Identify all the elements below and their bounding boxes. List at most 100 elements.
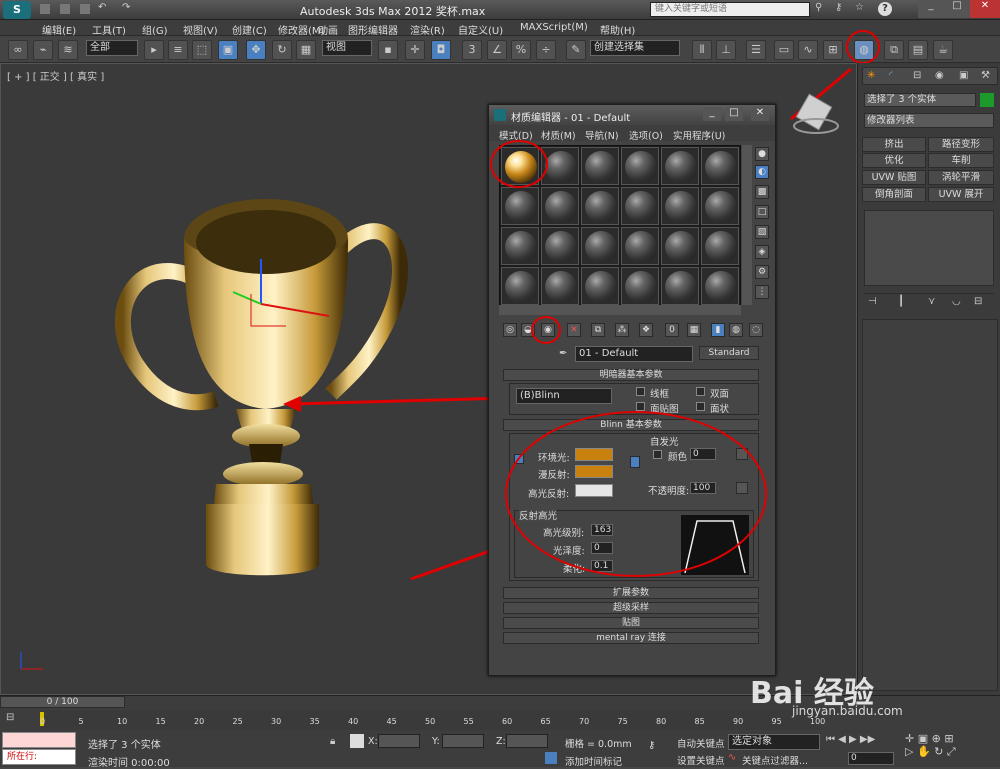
y-coordinate-field[interactable] — [442, 734, 484, 748]
uv-tiling-icon[interactable]: □ — [755, 205, 769, 219]
maxscript-listener-mini[interactable] — [2, 732, 76, 748]
material-slot[interactable] — [541, 187, 579, 225]
turbosmooth-button[interactable]: 涡轮平滑 — [928, 170, 994, 185]
add-time-tag-icon[interactable] — [545, 752, 557, 764]
create-tab-icon[interactable]: ✳ — [867, 70, 875, 81]
menu-customize[interactable]: 自定义(U) — [458, 22, 503, 37]
material-slot[interactable] — [541, 227, 579, 265]
new-file-icon[interactable] — [40, 4, 50, 14]
motion-tab-icon[interactable]: ◉ — [935, 70, 944, 81]
select-object-icon[interactable]: ▸ — [144, 40, 164, 60]
align-icon[interactable]: ⊥ — [716, 40, 736, 60]
render-production-icon[interactable]: ☕ — [933, 40, 953, 60]
undo-icon[interactable]: ↶ — [98, 2, 106, 13]
mirror-icon[interactable]: ⫴ — [692, 40, 712, 60]
get-material-icon[interactable]: ◎ — [503, 323, 517, 337]
key-selection-select[interactable]: 选定对象 — [728, 734, 820, 750]
menu-navigation[interactable]: 导航(N) — [585, 128, 619, 142]
close-button[interactable]: ✕ — [970, 0, 1000, 18]
render-setup-icon[interactable]: ⧉ — [884, 40, 904, 60]
backlight-icon[interactable]: ◐ — [755, 165, 769, 179]
time-slider[interactable]: 0 / 100 — [0, 696, 125, 708]
maxscript-output[interactable]: 所在行: — [2, 749, 76, 765]
material-slot[interactable] — [701, 147, 739, 185]
show-end-result-icon[interactable]: ┃ — [898, 296, 904, 307]
pivot-center-icon[interactable]: ▪ — [378, 40, 398, 60]
viewport-navigation-controls[interactable]: ✛ ▣ ⊕ ⊞ ▷ ✋ ↻ ⤢ — [905, 732, 997, 766]
link-icon[interactable]: ∞ — [8, 40, 28, 60]
modifier-stack-list[interactable] — [864, 210, 994, 286]
wire-checkbox[interactable] — [636, 387, 645, 396]
pin-stack-icon[interactable]: ⊣ — [868, 296, 877, 307]
x-coordinate-field[interactable] — [378, 734, 420, 748]
reference-coordinate-select[interactable]: 视图 — [322, 40, 372, 56]
lock-selection-icon[interactable]: 🔒︎ — [330, 736, 335, 747]
material-slot[interactable] — [661, 227, 699, 265]
set-key-icon[interactable]: ⚷ — [648, 740, 655, 751]
material-slot[interactable] — [581, 267, 619, 305]
menu-options[interactable]: 选项(O) — [629, 128, 663, 142]
search-icon[interactable]: ⚲ — [815, 2, 822, 13]
absolute-mode-icon[interactable] — [350, 734, 364, 748]
uvw-unwrap-button[interactable]: UVW 展开 — [928, 187, 994, 202]
material-slot[interactable] — [701, 227, 739, 265]
show-end-result-icon[interactable]: ▮ — [711, 323, 725, 337]
select-by-material-icon[interactable]: ⋮ — [755, 285, 769, 299]
set-key-button[interactable]: 设置关键点 — [677, 753, 725, 767]
extrude-button[interactable]: 挤出 — [862, 137, 926, 152]
star-icon[interactable]: ☆ — [855, 2, 864, 13]
schematic-view-icon[interactable]: ⊞ — [823, 40, 843, 60]
material-slot[interactable] — [541, 267, 579, 305]
make-unique-icon[interactable]: ⋎ — [928, 296, 935, 307]
window-crossing-icon[interactable]: ▣ — [218, 40, 238, 60]
reset-map-icon[interactable]: ✕ — [567, 323, 581, 337]
put-to-library-icon[interactable]: ❖ — [639, 323, 653, 337]
sample-type-icon[interactable]: ● — [755, 147, 769, 161]
select-rotate-icon[interactable]: ↻ — [272, 40, 292, 60]
rendered-frame-window-icon[interactable]: ▤ — [908, 40, 928, 60]
edit-named-selection-icon[interactable]: ✎ — [566, 40, 586, 60]
material-slot[interactable] — [701, 267, 739, 305]
graphite-tools-icon[interactable]: ▭ — [774, 40, 794, 60]
select-move-icon[interactable]: ✥ — [246, 40, 266, 60]
copy-material-icon[interactable]: ⧉ — [591, 323, 605, 337]
save-file-icon[interactable] — [80, 4, 90, 14]
two-sided-checkbox[interactable] — [696, 387, 705, 396]
object-color-swatch[interactable] — [980, 93, 994, 107]
background-icon[interactable]: ▩ — [755, 185, 769, 199]
maximize-button[interactable]: □ — [944, 0, 970, 18]
material-slot[interactable] — [621, 227, 659, 265]
curve-editor-icon[interactable]: ∿ — [798, 40, 818, 60]
menu-rendering[interactable]: 渲染(R) — [410, 22, 445, 37]
menu-tools[interactable]: 工具(T) — [92, 22, 126, 37]
material-slot[interactable] — [621, 187, 659, 225]
material-id-channel-icon[interactable]: 0 — [665, 323, 679, 337]
material-slot[interactable] — [621, 267, 659, 305]
faceted-checkbox[interactable] — [696, 402, 705, 411]
menu-edit[interactable]: 编辑(E) — [42, 22, 76, 37]
keyboard-shortcut-toggle-icon[interactable]: ◘ — [431, 40, 451, 60]
supersampling-rollout[interactable]: 超级采样 — [503, 602, 759, 614]
slots-vertical-scrollbar[interactable] — [742, 145, 752, 305]
snaps-toggle-icon[interactable]: 3 — [462, 40, 482, 60]
video-color-check-icon[interactable]: ▧ — [755, 225, 769, 239]
angle-snap-icon[interactable]: ∠ — [487, 40, 507, 60]
face-map-checkbox[interactable] — [636, 402, 645, 411]
menu-create[interactable]: 创建(C) — [232, 22, 267, 37]
material-slot[interactable] — [701, 187, 739, 225]
named-selection-set-select[interactable]: 创建选择集 — [590, 40, 680, 56]
select-by-name-icon[interactable]: ≡ — [168, 40, 188, 60]
selection-filter-select[interactable]: 全部 — [86, 40, 138, 56]
material-slot[interactable] — [501, 187, 539, 225]
maps-rollout[interactable]: 贴图 — [503, 617, 759, 629]
minimize-button[interactable]: _ — [703, 107, 721, 121]
display-tab-icon[interactable]: ▣ — [959, 70, 968, 81]
layer-manager-icon[interactable]: ☰ — [746, 40, 766, 60]
playback-controls[interactable]: ⏮ ◀ ▶ ▶▶ — [826, 734, 886, 748]
menu-maxscript[interactable]: MAXScript(M) — [520, 22, 588, 33]
slots-horizontal-scrollbar[interactable] — [499, 305, 741, 315]
menu-material[interactable]: 材质(M) — [541, 128, 576, 142]
modifier-list-select[interactable]: 修改器列表 — [864, 113, 994, 128]
modify-tab-icon[interactable]: ◜ — [889, 70, 893, 81]
configure-modifier-sets-icon[interactable]: ⊟ — [974, 296, 982, 307]
